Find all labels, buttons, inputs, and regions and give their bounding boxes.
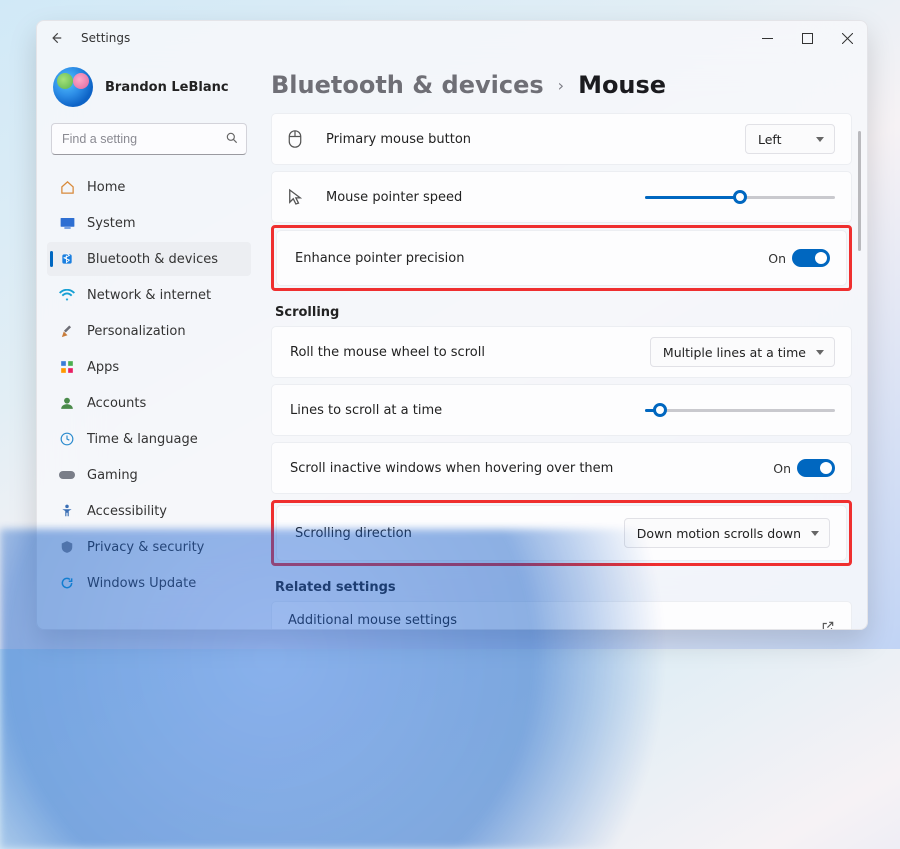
sidebar-item-bluetooth-devices[interactable]: Bluetooth & devices: [47, 242, 251, 276]
setting-label: Lines to scroll at a time: [290, 403, 645, 418]
breadcrumb: Bluetooth & devices › Mouse: [271, 67, 852, 113]
toggle-state-text: On: [768, 251, 786, 266]
wifi-icon: [59, 287, 75, 303]
related-desc: Pointer icons and visibility: [288, 628, 457, 630]
nav-list: Home System Bluetooth & devices Network …: [43, 169, 255, 601]
sidebar-item-home[interactable]: Home: [47, 170, 251, 204]
section-related: Related settings: [275, 580, 852, 595]
open-external-icon: [821, 620, 835, 629]
search-icon: [225, 131, 239, 145]
setting-scroll-inactive-hover[interactable]: Scroll inactive windows when hovering ov…: [271, 442, 852, 494]
pointer-icon: [288, 188, 308, 206]
titlebar: Settings: [37, 21, 867, 55]
highlight-enhance-precision: Enhance pointer precision On: [271, 225, 852, 291]
sidebar-item-system[interactable]: System: [47, 206, 251, 240]
setting-enhance-pointer-precision[interactable]: Enhance pointer precision On: [276, 230, 847, 286]
search-container: [51, 123, 247, 155]
breadcrumb-parent[interactable]: Bluetooth & devices: [271, 71, 544, 99]
settings-window: Settings Brandon LeBlanc: [36, 20, 868, 630]
highlight-scrolling-direction: Scrolling direction Down motion scrolls …: [271, 500, 852, 566]
sidebar-item-privacy-security[interactable]: Privacy & security: [47, 530, 251, 564]
setting-label: Scrolling direction: [295, 526, 624, 541]
shield-icon: [59, 539, 75, 555]
avatar: [53, 67, 93, 107]
setting-label: Scroll inactive windows when hovering ov…: [290, 461, 773, 476]
accounts-icon: [59, 395, 75, 411]
sidebar-item-label: Time & language: [87, 432, 198, 447]
sidebar-item-label: Personalization: [87, 324, 186, 339]
sidebar-item-label: System: [87, 216, 135, 231]
section-scrolling: Scrolling: [275, 305, 852, 320]
wheel-mode-select[interactable]: Multiple lines at a time: [650, 337, 835, 367]
pointer-speed-slider[interactable]: [645, 187, 835, 207]
setting-lines-at-time: Lines to scroll at a time: [271, 384, 852, 436]
minimize-button[interactable]: [747, 21, 787, 55]
sidebar-item-label: Apps: [87, 360, 119, 375]
select-value: Multiple lines at a time: [663, 345, 806, 360]
scrolling-direction-select[interactable]: Down motion scrolls down: [624, 518, 830, 548]
apps-icon: [59, 359, 75, 375]
sidebar-item-label: Bluetooth & devices: [87, 252, 218, 267]
sidebar: Brandon LeBlanc Home System: [37, 55, 261, 629]
breadcrumb-current: Mouse: [578, 71, 666, 99]
accessibility-icon: [59, 503, 75, 519]
sidebar-item-accounts[interactable]: Accounts: [47, 386, 251, 420]
sidebar-item-label: Network & internet: [87, 288, 211, 303]
inactive-hover-toggle[interactable]: [797, 459, 835, 477]
user-name: Brandon LeBlanc: [105, 80, 229, 95]
gaming-icon: [59, 467, 75, 483]
select-value: Down motion scrolls down: [637, 526, 801, 541]
setting-primary-mouse-button[interactable]: Primary mouse button Left: [271, 113, 852, 165]
system-icon: [59, 215, 75, 231]
sidebar-item-label: Windows Update: [87, 576, 196, 591]
sidebar-item-label: Home: [87, 180, 125, 195]
app-title: Settings: [81, 31, 130, 45]
profile[interactable]: Brandon LeBlanc: [43, 57, 255, 123]
main-pane: Bluetooth & devices › Mouse Primary mous…: [261, 55, 867, 629]
enhance-precision-toggle[interactable]: [792, 249, 830, 267]
sidebar-item-time-language[interactable]: Time & language: [47, 422, 251, 456]
sidebar-item-label: Accounts: [87, 396, 146, 411]
toggle-state-text: On: [773, 461, 791, 476]
sidebar-item-apps[interactable]: Apps: [47, 350, 251, 384]
sidebar-item-windows-update[interactable]: Windows Update: [47, 566, 251, 600]
scrollbar[interactable]: [856, 131, 864, 621]
setting-label: Mouse pointer speed: [326, 190, 645, 205]
sidebar-item-label: Privacy & security: [87, 540, 204, 555]
sidebar-item-label: Gaming: [87, 468, 138, 483]
setting-scrolling-direction[interactable]: Scrolling direction Down motion scrolls …: [276, 505, 847, 561]
bluetooth-icon: [59, 251, 75, 267]
sidebar-item-personalization[interactable]: Personalization: [47, 314, 251, 348]
setting-label: Enhance pointer precision: [295, 251, 768, 266]
sidebar-item-accessibility[interactable]: Accessibility: [47, 494, 251, 528]
sidebar-item-label: Accessibility: [87, 504, 167, 519]
time-language-icon: [59, 431, 75, 447]
setting-label: Primary mouse button: [326, 132, 745, 147]
primary-button-select[interactable]: Left: [745, 124, 835, 154]
setting-wheel-mode[interactable]: Roll the mouse wheel to scroll Multiple …: [271, 326, 852, 378]
maximize-button[interactable]: [787, 21, 827, 55]
close-button[interactable]: [827, 21, 867, 55]
chevron-right-icon: ›: [558, 76, 564, 95]
mouse-icon: [288, 130, 308, 148]
update-icon: [59, 575, 75, 591]
back-button[interactable]: [49, 31, 67, 45]
setting-label: Roll the mouse wheel to scroll: [290, 345, 650, 360]
search-input[interactable]: [51, 123, 247, 155]
setting-additional-mouse-settings[interactable]: Additional mouse settings Pointer icons …: [271, 601, 852, 629]
lines-slider[interactable]: [645, 400, 835, 420]
sidebar-item-gaming[interactable]: Gaming: [47, 458, 251, 492]
select-value: Left: [758, 132, 782, 147]
sidebar-item-network[interactable]: Network & internet: [47, 278, 251, 312]
related-title: Additional mouse settings: [288, 613, 457, 628]
home-icon: [59, 179, 75, 195]
setting-pointer-speed: Mouse pointer speed: [271, 171, 852, 223]
scrollbar-thumb[interactable]: [858, 131, 861, 251]
personalization-icon: [59, 323, 75, 339]
